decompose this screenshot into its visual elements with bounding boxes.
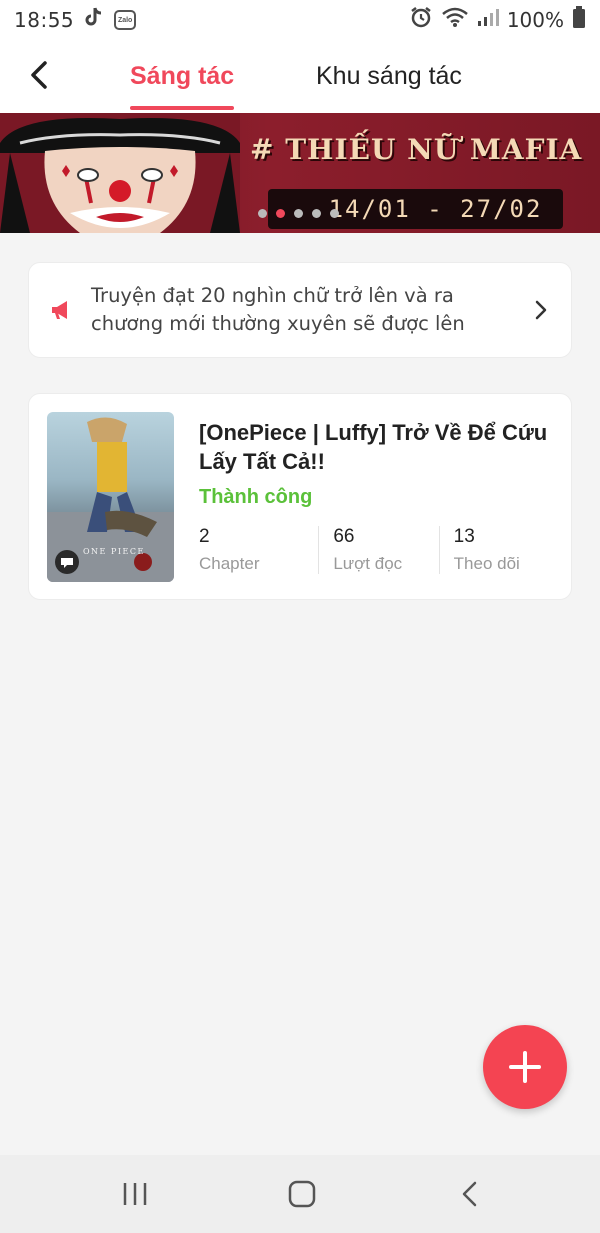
carousel-dot[interactable] <box>258 209 267 218</box>
stat-chapters: 2 Chapter <box>199 526 318 574</box>
tab-underline <box>130 106 235 110</box>
stat-label: Theo dõi <box>453 554 520 573</box>
stat-reads: 66 Lượt đọc <box>318 526 438 574</box>
zalo-label: Zalo <box>117 16 133 24</box>
system-nav-bar <box>0 1155 600 1233</box>
carousel-indicator <box>258 209 339 218</box>
notice-card[interactable]: Truyện đạt 20 nghìn chữ trở lên và ra ch… <box>28 262 572 358</box>
tab-sang-tac[interactable]: Sáng tác <box>130 40 235 113</box>
home-button[interactable] <box>285 1177 319 1211</box>
stat-followers: 13 Theo dõi <box>438 526 559 574</box>
banner-title: # THIẾU NỮ MAFIA <box>250 133 583 166</box>
notice-text: Truyện đạt 20 nghìn chữ trở lên và ra ch… <box>91 284 465 335</box>
tab-khu-sang-tac[interactable]: Khu sáng tác <box>316 40 462 113</box>
story-title: [OnePiece | Luffy] Trở Về Để Cứu Lấy Tất… <box>199 420 548 474</box>
system-back-button[interactable] <box>453 1177 487 1211</box>
story-status: Thành công <box>199 486 313 508</box>
tab-label: Sáng tác <box>130 62 235 90</box>
carousel-dot-active[interactable] <box>276 209 285 218</box>
status-right: 100% <box>409 5 586 35</box>
stat-label: Lượt đọc <box>333 554 403 573</box>
tiktok-icon <box>84 6 104 34</box>
banner-illustration <box>0 113 240 233</box>
story-cover[interactable]: ONE PIECE <box>47 412 174 582</box>
stat-value: 13 <box>453 526 475 547</box>
battery-icon <box>572 6 586 34</box>
alarm-icon <box>409 5 433 35</box>
back-arrow-icon <box>31 61 47 89</box>
zalo-icon: Zalo <box>114 10 137 30</box>
tab-label: Khu sáng tác <box>316 62 462 90</box>
cover-caption: ONE PIECE <box>83 547 145 556</box>
home-icon <box>288 1180 316 1208</box>
back-icon <box>462 1181 477 1207</box>
status-time: 18:55 <box>14 8 75 32</box>
carousel-dot[interactable] <box>312 209 321 218</box>
wifi-icon <box>441 6 469 34</box>
status-left: 18:55 Zalo <box>14 6 137 34</box>
story-stats: 2 Chapter 66 Lượt đọc 13 Theo dõi <box>199 526 559 574</box>
recent-apps-icon <box>123 1183 147 1205</box>
chevron-right-icon <box>535 300 547 320</box>
stat-value: 2 <box>199 526 210 547</box>
cover-illustration: ONE PIECE <box>47 417 174 582</box>
recent-apps-button[interactable] <box>118 1177 152 1211</box>
add-story-button[interactable] <box>483 1025 567 1109</box>
carousel-dot[interactable] <box>330 209 339 218</box>
stat-value: 66 <box>333 526 355 547</box>
header: Sáng tác Khu sáng tác <box>0 40 600 113</box>
signal-icon <box>477 7 499 33</box>
back-button[interactable] <box>22 58 56 92</box>
battery-percent: 100% <box>506 8 564 32</box>
story-card[interactable]: ONE PIECE [OnePiece | Luffy] Trở Về Để C… <box>28 393 572 600</box>
status-bar: 18:55 Zalo 100% <box>0 0 600 40</box>
plus-icon <box>509 1051 541 1083</box>
stat-label: Chapter <box>199 554 260 573</box>
megaphone-icon <box>52 301 67 319</box>
carousel-dot[interactable] <box>294 209 303 218</box>
